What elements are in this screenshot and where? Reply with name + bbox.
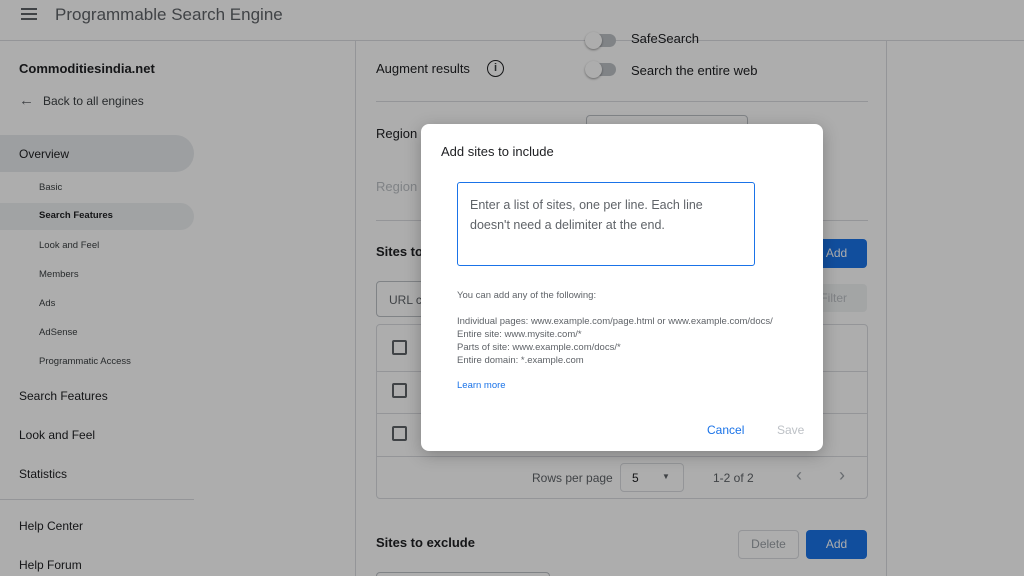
hint-entire-site: Entire site: www.mysite.com/* <box>457 329 582 340</box>
hint-entire-domain: Entire domain: *.example.com <box>457 355 584 366</box>
dialog-title: Add sites to include <box>441 144 554 159</box>
add-sites-dialog: Add sites to include You can add any of … <box>421 124 823 451</box>
hint-parts-of-site: Parts of site: www.example.com/docs/* <box>457 342 621 353</box>
hint-intro: You can add any of the following: <box>457 290 597 301</box>
sites-textarea[interactable] <box>457 182 755 266</box>
learn-more-link[interactable]: Learn more <box>457 380 506 391</box>
save-button[interactable]: Save <box>777 423 804 437</box>
hint-individual-pages: Individual pages: www.example.com/page.h… <box>457 316 773 327</box>
cancel-button[interactable]: Cancel <box>707 423 744 437</box>
